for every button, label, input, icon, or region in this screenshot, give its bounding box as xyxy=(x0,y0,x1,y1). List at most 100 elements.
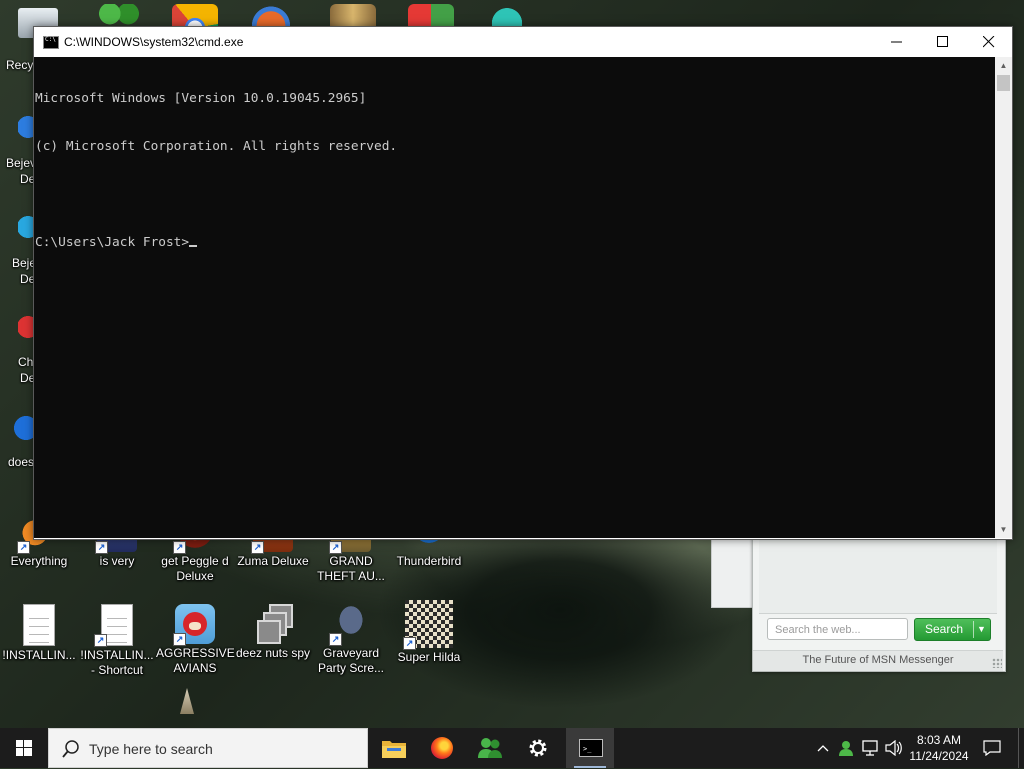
scroll-up-icon[interactable]: ▲ xyxy=(995,57,1012,74)
msn-search-button-label: Search xyxy=(924,622,964,636)
shortcut-arrow-icon: ↗ xyxy=(94,634,107,647)
graveyard-icon: ↗ xyxy=(329,604,371,646)
pixel-art-icon: ↗ xyxy=(403,600,453,650)
deez-nuts-spy-desktop-icon[interactable]: deez nuts spy xyxy=(234,604,312,661)
super-hilda-desktop-icon[interactable]: ↗ Super Hilda xyxy=(390,600,468,665)
desktop-icon-label: GRAND THEFT AU... xyxy=(317,554,385,583)
desktop-icon-label: deez nuts spy xyxy=(235,646,311,660)
network-tray-icon[interactable] xyxy=(860,728,882,768)
network-icon xyxy=(862,740,878,756)
console-output[interactable]: Microsoft Windows [Version 10.0.19045.29… xyxy=(34,57,995,538)
desktop-icon-label: !INSTALLIN... xyxy=(2,648,76,662)
installing-shortcut-desktop-icon[interactable]: ↗ !INSTALLIN... - Shortcut xyxy=(78,604,156,678)
desktop-icon-label: !INSTALLIN... - Shortcut xyxy=(80,648,154,677)
shortcut-arrow-icon: ↗ xyxy=(329,541,342,554)
msn-widget-back-panel xyxy=(711,536,755,608)
msn-widget-footer: The Future of MSN Messenger xyxy=(753,650,1003,671)
taskbar-search-placeholder: Type here to search xyxy=(89,741,213,757)
minimize-icon xyxy=(891,41,902,43)
console-line: (c) Microsoft Corporation. All rights re… xyxy=(35,139,398,154)
show-hidden-icons-button[interactable] xyxy=(814,728,832,768)
shortcut-arrow-icon: ↗ xyxy=(17,541,30,554)
chevron-down-icon[interactable]: ▼ xyxy=(977,619,986,640)
search-icon xyxy=(62,740,79,758)
graveyard-party-desktop-icon[interactable]: ↗ Graveyard Party Scre... xyxy=(312,604,390,676)
resize-grip-icon[interactable] xyxy=(992,658,1002,668)
buddy-icon xyxy=(839,741,853,756)
settings-icon[interactable] xyxy=(514,728,562,768)
cmd-window-title: C:\WINDOWS\system32\cmd.exe xyxy=(64,35,244,49)
installing-desktop-icon[interactable]: !INSTALLIN... xyxy=(0,604,78,663)
desktop-icon-label: Everything xyxy=(10,554,68,568)
scrollbar-thumb[interactable] xyxy=(997,75,1010,91)
clock-time: 8:03 AM xyxy=(916,733,962,747)
volume-tray-icon[interactable] xyxy=(884,728,904,768)
winrar-desktop-icon[interactable] xyxy=(330,4,376,28)
chuzzle-label-1: Ch xyxy=(18,355,34,369)
cmd-app-icon[interactable] xyxy=(43,36,59,49)
shortcut-arrow-icon: ↗ xyxy=(329,633,342,646)
shortcut-arrow-icon: ↗ xyxy=(173,541,186,554)
msn-search-input[interactable]: Search the web... xyxy=(767,618,908,640)
does-label: does xyxy=(8,455,35,469)
folder-icon xyxy=(382,741,406,758)
shortcut-arrow-icon: ↗ xyxy=(403,637,416,650)
taskbar-search-box[interactable]: Type here to search xyxy=(48,728,368,768)
desktop-icon-label: Zuma Deluxe xyxy=(237,554,309,568)
console-prompt-line[interactable]: C:\Users\Jack Frost> xyxy=(35,235,995,251)
windows-logo-icon xyxy=(16,740,32,756)
messenger-desktop-icon[interactable] xyxy=(96,4,142,28)
msn-search-button[interactable]: Search ▼ xyxy=(914,618,991,641)
shield-desktop-icon[interactable] xyxy=(408,4,454,28)
file-explorer-icon[interactable] xyxy=(370,728,418,768)
close-icon xyxy=(983,36,995,48)
cmd-titlebar[interactable]: C:\WINDOWS\system32\cmd.exe xyxy=(34,27,1012,57)
msn-messenger-icon[interactable] xyxy=(466,728,514,768)
shortcut-arrow-icon: ↗ xyxy=(251,541,264,554)
desktop-icon-label: get Peggle d Deluxe xyxy=(161,554,229,583)
notification-icon xyxy=(983,740,1001,756)
speaker-icon xyxy=(885,740,902,756)
text-cursor xyxy=(189,245,198,247)
show-desktop-button[interactable] xyxy=(1018,728,1024,768)
maximize-button[interactable] xyxy=(920,27,966,57)
command-prompt-icon[interactable]: >_ xyxy=(566,728,614,768)
chrome-desktop-icon[interactable] xyxy=(172,4,218,28)
button-separator xyxy=(973,621,974,638)
shortcut-arrow-icon: ↗ xyxy=(95,541,108,554)
taskbar-clock[interactable]: 8:03 AM 11/24/2024 xyxy=(904,728,974,768)
messenger-buddies-icon xyxy=(478,738,502,758)
scroll-down-icon[interactable]: ▼ xyxy=(995,521,1012,538)
console-prompt: C:\Users\Jack Frost> xyxy=(35,235,190,250)
clock-date: 11/24/2024 xyxy=(909,749,969,763)
desktop-icon-label: Graveyard Party Scre... xyxy=(317,646,385,675)
msn-search-widget: Search the web... Search ▼ The Future of… xyxy=(752,536,1006,672)
start-button[interactable] xyxy=(0,728,48,768)
msn-widget-panel xyxy=(759,537,997,614)
character-desktop-icon[interactable] xyxy=(484,4,530,28)
taskbar: Type here to search >_ 8:03 AM 11/24/202… xyxy=(0,728,1024,768)
firefox-icon[interactable] xyxy=(418,728,466,768)
console-line: Microsoft Windows [Version 10.0.19045.29… xyxy=(35,91,367,106)
close-button[interactable] xyxy=(966,27,1012,57)
action-center-button[interactable] xyxy=(976,728,1008,768)
terminal-icon: >_ xyxy=(579,739,603,757)
cmd-window: C:\WINDOWS\system32\cmd.exe Microsoft Wi… xyxy=(33,26,1013,540)
cone-icon[interactable] xyxy=(180,688,194,714)
minimize-button[interactable] xyxy=(874,27,920,57)
browser-desktop-icon[interactable] xyxy=(248,4,294,28)
messenger-tray-icon[interactable] xyxy=(836,728,856,768)
vertical-scrollbar[interactable]: ▲ ▼ xyxy=(995,57,1012,538)
aggressive-avians-desktop-icon[interactable]: ↗ AGGRESSIVE AVIANS xyxy=(156,604,235,676)
desktop-icon-label: is very xyxy=(99,554,135,568)
angry-bird-icon: ↗ xyxy=(173,604,215,646)
document-icon xyxy=(23,604,55,646)
document-icon: ↗ xyxy=(94,604,133,647)
chevron-up-icon xyxy=(817,745,829,752)
recycle-bin-label: Recy xyxy=(6,58,34,72)
stacked-windows-icon xyxy=(253,604,293,644)
shortcut-arrow-icon: ↗ xyxy=(173,633,186,646)
desktop-icon-label: Super Hilda xyxy=(397,650,461,664)
desktop-icon-label: AGGRESSIVE AVIANS xyxy=(156,646,235,675)
